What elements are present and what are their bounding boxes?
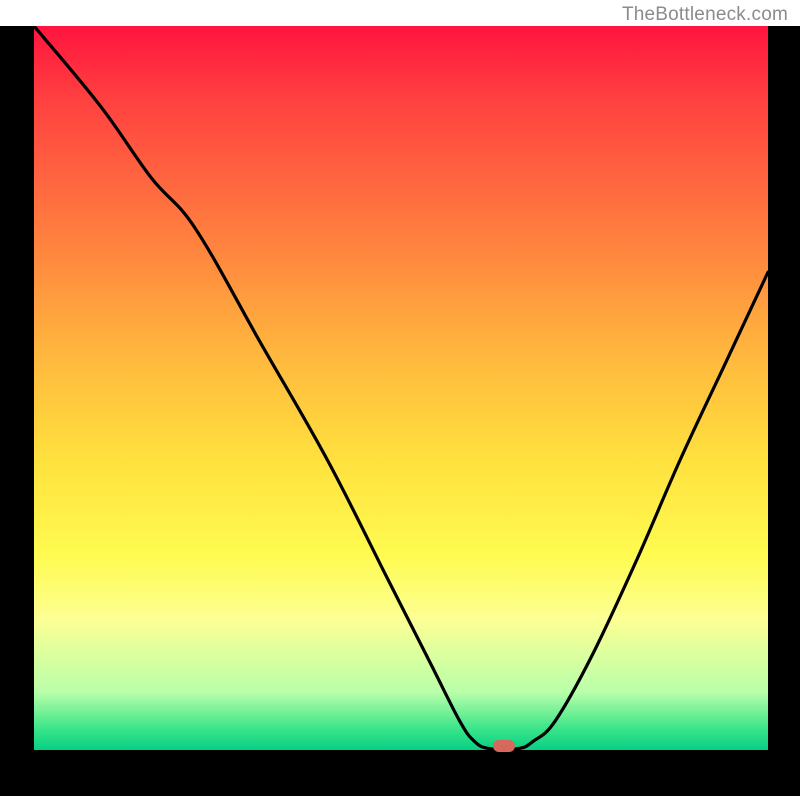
bottleneck-curve — [34, 26, 768, 750]
chart-container: TheBottleneck.com — [0, 0, 800, 800]
y-axis — [0, 26, 34, 796]
right-border — [768, 26, 800, 796]
watermark-text: TheBottleneck.com — [622, 4, 788, 26]
bottleneck-chart — [0, 26, 800, 796]
x-axis — [34, 750, 768, 796]
optimum-marker — [493, 740, 515, 752]
